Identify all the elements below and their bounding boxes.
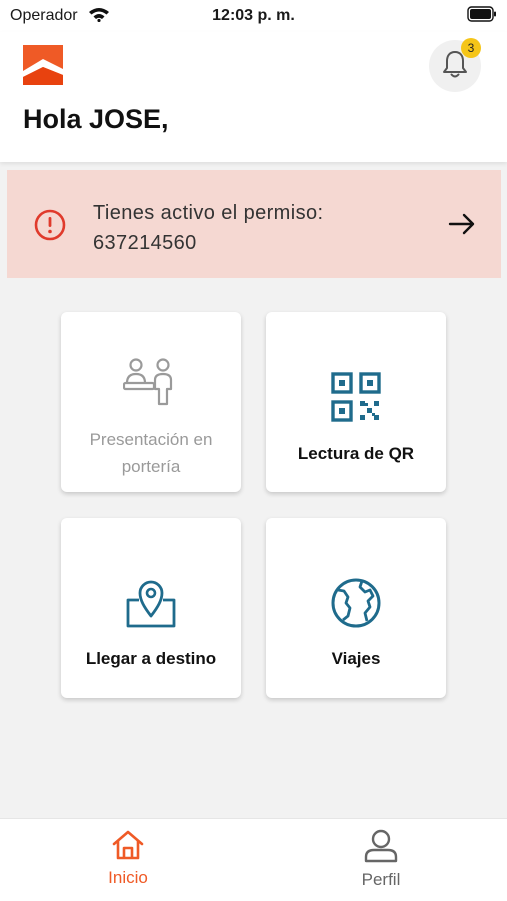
notification-badge: 3 xyxy=(461,38,481,58)
clock: 12:03 p. m. xyxy=(212,7,295,24)
tile-label: Viajes xyxy=(331,649,381,668)
arrow-right-icon[interactable] xyxy=(447,210,477,243)
map-pin-icon xyxy=(61,576,241,630)
nav-item-perfil[interactable]: Perfil xyxy=(321,829,441,890)
alert-icon xyxy=(33,208,67,247)
profile-icon xyxy=(363,829,399,867)
nav-label-inicio: Inicio xyxy=(108,868,148,887)
tile-gate-presentation[interactable]: Presentación en portería xyxy=(61,312,241,492)
tile-trips[interactable]: Viajes xyxy=(266,518,446,698)
tile-label: Presentación en portería xyxy=(89,430,213,476)
tile-label: Lectura de QR xyxy=(297,444,415,463)
alert-message: Tienes activo el permiso: 637214560 xyxy=(93,202,324,254)
tile-arrive-destination[interactable]: Llegar a destino xyxy=(61,518,241,698)
tile-qr-reader[interactable]: Lectura de QR xyxy=(266,312,446,492)
gate-presentation-icon xyxy=(61,356,241,412)
greeting: Hola JOSE, xyxy=(23,104,169,134)
qr-code-icon xyxy=(266,372,446,422)
notifications-button[interactable]: 3 xyxy=(429,38,481,92)
active-permit-banner[interactable]: Tienes activo el permiso: 637214560 xyxy=(7,170,501,278)
nav-label-perfil: Perfil xyxy=(361,870,401,889)
app-header: 3 Hola JOSE, xyxy=(0,32,507,162)
nav-item-inicio[interactable]: Inicio xyxy=(68,829,188,888)
home-icon xyxy=(111,830,145,865)
brand-logo xyxy=(23,45,63,90)
tile-label: Llegar a destino xyxy=(85,649,217,668)
status-bar: Operador 12:03 p. m. xyxy=(0,0,507,32)
globe-icon xyxy=(266,576,446,630)
battery-icon xyxy=(467,6,497,27)
bottom-navigation: Inicio Perfil xyxy=(0,818,507,901)
